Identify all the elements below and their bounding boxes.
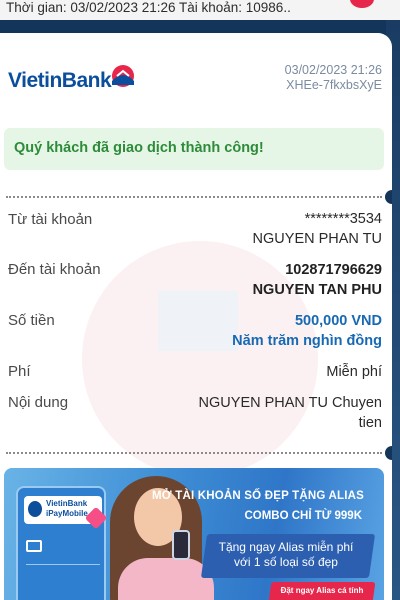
to-account-value: 102871796629 NGUYEN TAN PHU xyxy=(253,260,382,300)
divider-top xyxy=(6,196,382,198)
model-illustration xyxy=(100,468,220,600)
app-screen-illustration: VietinBank iPayMobile xyxy=(16,486,108,600)
fee-label: Phí xyxy=(8,363,31,380)
transaction-code: XHEe-7fkxbsXyE xyxy=(286,78,382,92)
content-line-2: tien xyxy=(358,415,382,431)
promo-headline-2: COMBO CHỈ TỪ 999K xyxy=(244,510,362,522)
offer-line-1: Tặng ngay Alias miễn phí xyxy=(218,540,354,554)
logo-text: VietinBank xyxy=(8,69,112,92)
from-account-number: ********3534 xyxy=(304,211,382,227)
amount-value: 500,000 VND Năm trăm nghìn đồng xyxy=(232,311,382,351)
promo-banner[interactable]: VietinBank iPayMobile MỞ TÀI KHOẢN SỐ ĐẸ… xyxy=(4,468,384,600)
success-banner: Quý khách đã giao dịch thành công! xyxy=(4,128,384,170)
to-account-number: 102871796629 xyxy=(285,262,382,278)
transaction-receipt: VietinBank 03/02/2023 21:26 XHEe-7fkxbsX… xyxy=(0,33,392,600)
success-message: Quý khách đã giao dịch thành công! xyxy=(14,140,264,156)
cta-button-label[interactable]: Đặt ngay Alias cá tính xyxy=(270,586,374,595)
vietinbank-logo: VietinBank xyxy=(8,63,138,93)
from-account-name: NGUYEN PHAN TU xyxy=(252,231,382,247)
offer-line-2: với 1 số loại số đẹp xyxy=(234,555,338,569)
app-name-line-1: VietinBank xyxy=(46,499,88,508)
amount-in-words: Năm trăm nghìn đồng xyxy=(232,333,382,349)
receipt-notch xyxy=(385,190,392,204)
logo-mark-icon xyxy=(112,65,134,87)
content-label: Nội dung xyxy=(8,394,69,411)
phone-icon xyxy=(172,530,190,560)
from-account-value: ********3534 NGUYEN PHAN TU xyxy=(253,209,382,249)
status-text: Thời gian: 03/02/2023 21:26 Tài khoản: 1… xyxy=(6,0,291,15)
fee-value: Miễn phí xyxy=(326,362,382,382)
app-logo-icon xyxy=(28,501,42,517)
content-line-1: NGUYEN PHAN TU Chuyen xyxy=(198,395,382,411)
transaction-datetime: 03/02/2023 21:26 xyxy=(284,63,382,77)
mail-icon xyxy=(26,540,42,552)
to-account-name: NGUYEN TAN PHU xyxy=(252,282,382,298)
amount-number: 500,000 VND xyxy=(294,313,382,329)
status-bar: Thời gian: 03/02/2023 21:26 Tài khoản: 1… xyxy=(0,0,400,20)
fee-amount: Miễn phí xyxy=(326,364,382,380)
offer-text: Tặng ngay Alias miễn phí với 1 số loại s… xyxy=(208,540,364,570)
app-screen-lines xyxy=(26,564,100,600)
amount-label: Số tiền xyxy=(8,312,55,329)
status-indicator-icon xyxy=(350,0,374,8)
transaction-meta: 03/02/2023 21:26 XHEe-7fkxbsXyE xyxy=(285,63,382,93)
from-account-label: Từ tài khoản xyxy=(8,211,93,228)
model-outfit xyxy=(118,558,214,600)
content-value: NGUYEN PHAN TU Chuyen tien xyxy=(199,393,382,433)
app-name: VietinBank iPayMobile xyxy=(46,499,88,519)
promo-headline-1: MỞ TÀI KHOẢN SỐ ĐẸP TẶNG ALIAS xyxy=(152,490,364,502)
app-name-line-2: iPayMobile xyxy=(46,509,88,518)
to-account-label: Đến tài khoản xyxy=(8,261,101,278)
receipt-notch-bottom xyxy=(385,446,392,460)
divider-bottom xyxy=(6,452,382,454)
